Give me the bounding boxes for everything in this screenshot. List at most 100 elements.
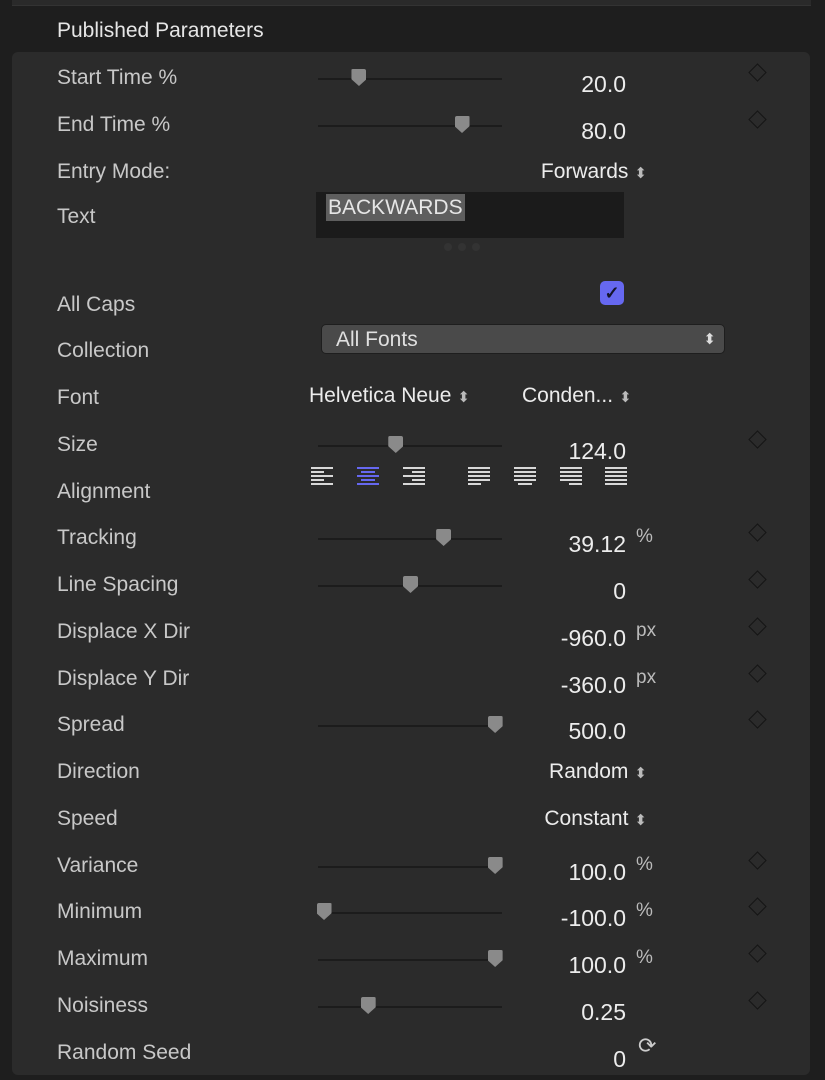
keyframe-diamond-icon[interactable]	[748, 523, 767, 542]
all-caps-label: All Caps	[57, 293, 136, 316]
displace-y-dir-unit: px	[636, 667, 657, 688]
size-value-field[interactable]: 124.0	[568, 438, 626, 465]
top-bar	[12, 0, 811, 6]
random-seed-label: Random Seed	[57, 1041, 192, 1064]
spread-value-field[interactable]: 500.0	[568, 718, 626, 745]
row-size: Size 124.0	[0, 430, 825, 465]
variance-value-field[interactable]: 100.0	[568, 859, 626, 886]
end-time-value-field[interactable]: 80.0	[581, 118, 626, 145]
text-resize-handle[interactable]	[444, 238, 486, 256]
row-minimum: Minimum -100.0%	[0, 897, 825, 932]
minimum-value-field[interactable]: -100.0	[561, 905, 626, 932]
justify-left-icon[interactable]	[468, 467, 490, 487]
displace-y-dir-value-field[interactable]: -360.0	[561, 672, 626, 699]
maximum-slider-thumb[interactable]	[487, 950, 503, 967]
row-maximum: Maximum 100.0%	[0, 944, 825, 979]
row-collection: Collection All Fonts ⬍	[0, 324, 825, 369]
spread-slider[interactable]	[318, 716, 503, 733]
line-spacing-slider-thumb[interactable]	[403, 576, 418, 593]
font-label: Font	[57, 386, 100, 409]
tracking-slider[interactable]	[318, 529, 502, 546]
minimum-slider[interactable]	[316, 903, 502, 920]
size-slider[interactable]	[318, 436, 502, 453]
maximum-slider[interactable]	[318, 950, 503, 967]
keyframe-diamond-icon[interactable]	[748, 664, 767, 683]
start-time-slider[interactable]	[318, 69, 502, 86]
keyframe-diamond-icon[interactable]	[748, 63, 767, 82]
chevron-updown-icon: ⬍	[634, 812, 647, 829]
noisiness-label: Noisiness	[57, 994, 149, 1017]
keyframe-diamond-icon[interactable]	[748, 897, 767, 916]
tracking-slider-thumb[interactable]	[436, 529, 452, 546]
row-displace-y-dir: Displace Y Dir -360.0 px	[0, 664, 825, 699]
minimum-unit: %	[636, 900, 653, 921]
minimum-slider-thumb[interactable]	[316, 903, 332, 920]
random-seed-value[interactable]: 0	[613, 1046, 626, 1073]
collection-select[interactable]: All Fonts ⬍	[321, 324, 725, 354]
text-label: Text	[57, 205, 96, 228]
variance-unit: %	[636, 854, 653, 875]
refresh-icon[interactable]: ⟳	[638, 1033, 656, 1059]
row-tracking: Tracking 39.12%	[0, 523, 825, 558]
keyframe-diamond-icon[interactable]	[748, 617, 767, 636]
end-time-slider[interactable]	[318, 116, 502, 133]
row-noisiness: Noisiness 0.25	[0, 991, 825, 1026]
tracking-label: Tracking	[57, 526, 137, 549]
variance-slider[interactable]	[318, 857, 503, 874]
keyframe-diamond-icon[interactable]	[748, 430, 767, 449]
chevron-updown-icon: ⬍	[703, 331, 716, 348]
row-font: Font Helvetica Neue ⬍ Conden... ⬍	[0, 384, 825, 416]
align-right-icon[interactable]	[403, 467, 425, 487]
justify-center-icon[interactable]	[514, 467, 536, 487]
tracking-value-field[interactable]: 39.12	[568, 531, 626, 558]
dot	[458, 243, 466, 251]
font-family-value: Helvetica Neue	[309, 384, 452, 407]
align-left-icon[interactable]	[311, 467, 333, 487]
direction-popup-value: Random	[549, 760, 629, 783]
keyframe-diamond-icon[interactable]	[748, 851, 767, 870]
variance-label: Variance	[57, 854, 139, 877]
noisiness-slider[interactable]	[318, 997, 502, 1014]
line-spacing-label: Line Spacing	[57, 573, 179, 596]
alignment-label: Alignment	[57, 480, 151, 503]
size-slider-thumb[interactable]	[388, 436, 404, 453]
noisiness-value-field[interactable]: 0.25	[581, 999, 626, 1026]
keyframe-diamond-icon[interactable]	[748, 570, 767, 589]
text-input-value: BACKWARDS	[326, 194, 465, 221]
end-time-slider-thumb[interactable]	[454, 116, 470, 133]
keyframe-diamond-icon[interactable]	[748, 944, 767, 963]
row-start-time: Start Time % 20.0	[0, 63, 825, 98]
all-caps-checkbox[interactable]: ✓	[600, 281, 624, 305]
text-input[interactable]: BACKWARDS	[316, 192, 624, 238]
align-center-icon[interactable]	[357, 467, 379, 487]
entry-mode-popup[interactable]: Forwards ⬍	[541, 160, 647, 184]
start-time-value-field[interactable]: 20.0	[581, 71, 626, 98]
displace-y-dir-label: Displace Y Dir	[57, 667, 190, 690]
keyframe-diamond-icon[interactable]	[748, 710, 767, 729]
section-title: Published Parameters	[57, 19, 264, 42]
speed-popup[interactable]: Constant ⬍	[544, 807, 647, 831]
line-spacing-slider[interactable]	[318, 576, 502, 593]
chevron-updown-icon: ⬍	[634, 765, 647, 782]
justify-right-icon[interactable]	[560, 467, 582, 487]
row-displace-x-dir: Displace X Dir -960.0 px	[0, 617, 825, 652]
dot	[444, 243, 452, 251]
font-family-popup[interactable]: Helvetica Neue ⬍	[309, 384, 470, 408]
row-text: Text BACKWARDS	[0, 192, 825, 251]
noisiness-slider-thumb[interactable]	[360, 997, 376, 1014]
maximum-value-field[interactable]: 100.0	[568, 952, 626, 979]
chevron-updown-icon: ⬍	[619, 389, 632, 406]
start-time-slider-thumb[interactable]	[351, 69, 367, 86]
collection-select-value: All Fonts	[336, 328, 418, 351]
direction-popup[interactable]: Random ⬍	[549, 760, 647, 784]
displace-x-dir-label: Displace X Dir	[57, 620, 191, 643]
keyframe-diamond-icon[interactable]	[748, 110, 767, 129]
line-spacing-value-field[interactable]: 0	[613, 578, 626, 605]
justify-full-icon[interactable]	[605, 467, 627, 487]
entry-mode-popup-value: Forwards	[540, 160, 629, 183]
spread-slider-thumb[interactable]	[487, 716, 503, 733]
font-style-popup[interactable]: Conden... ⬍	[522, 384, 632, 408]
variance-slider-thumb[interactable]	[487, 857, 503, 874]
keyframe-diamond-icon[interactable]	[748, 991, 767, 1010]
displace-x-dir-value-field[interactable]: -960.0	[561, 625, 626, 652]
